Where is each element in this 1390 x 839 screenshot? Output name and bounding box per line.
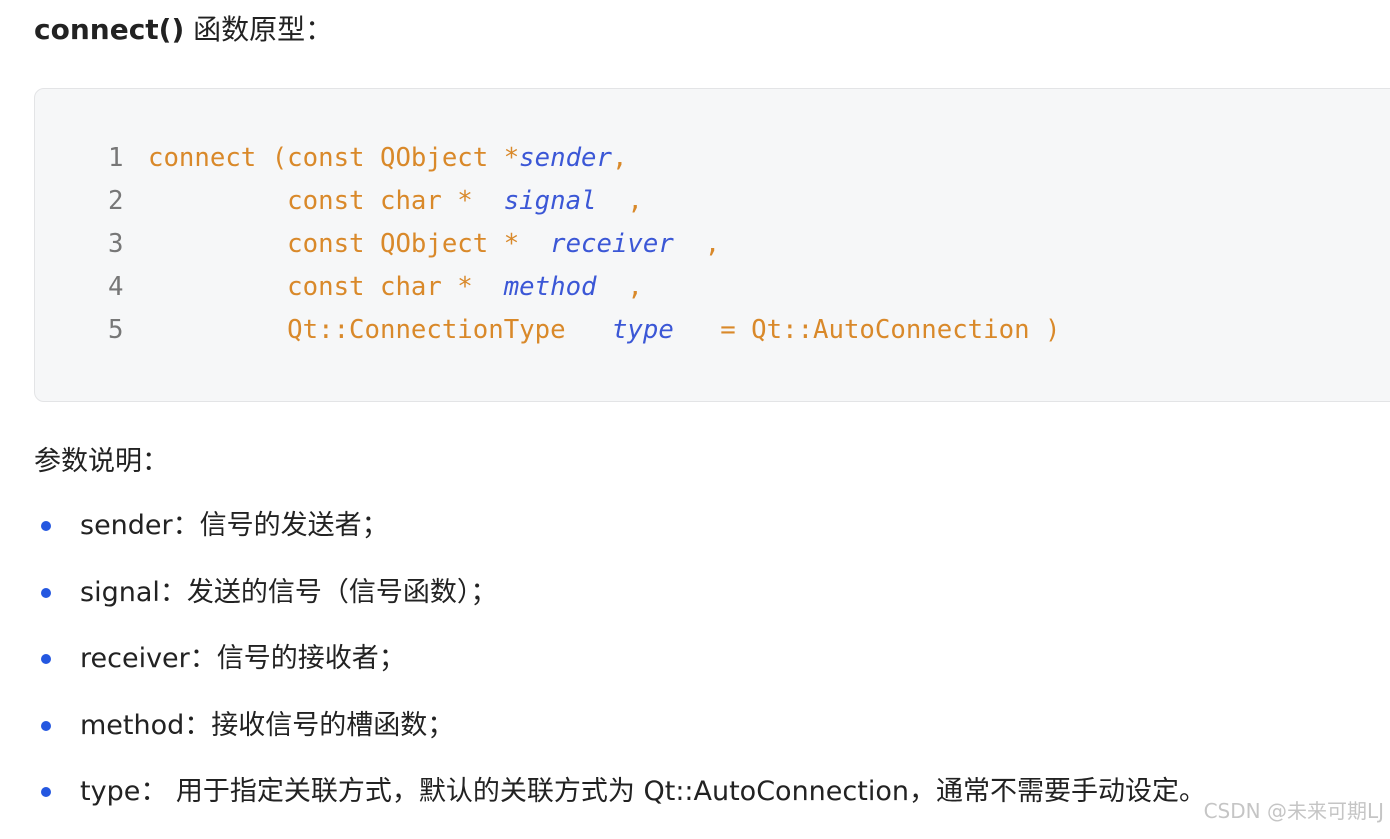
- code-parameter: receiver: [550, 229, 674, 259]
- param-text: signal：发送的信号（信号函数）；: [80, 576, 498, 608]
- code-token: ,: [673, 229, 721, 259]
- list-item: receiver：信号的接收者；: [34, 639, 1206, 706]
- code-parameter: sender: [519, 143, 612, 173]
- param-text: type： 用于指定关联方式，默认的关联方式为 Qt::AutoConnecti…: [80, 776, 1206, 807]
- watermark: CSDN @未来可期LJ: [1203, 799, 1384, 823]
- code-token: ,: [596, 186, 643, 216]
- code-parameter: signal: [503, 186, 597, 216]
- bullet-icon: [41, 787, 51, 797]
- list-item: sender：信号的发送者；: [34, 506, 1206, 573]
- line-number: 2: [108, 186, 124, 216]
- code-token: connect (const QObject *: [148, 143, 520, 173]
- bullet-icon: [41, 720, 51, 731]
- param-text: sender：信号的发送者；: [80, 510, 389, 541]
- bullet-icon: [41, 654, 51, 664]
- param-list: sender：信号的发送者； signal：发送的信号（信号函数）； recei…: [34, 506, 1206, 839]
- code-line: 1 connect (const QObject *sender,: [108, 137, 1060, 180]
- param-text: method：接收信号的槽函数；: [80, 709, 455, 741]
- page-heading: connect() 函数原型：: [34, 10, 333, 50]
- list-item: method：接收信号的槽函数；: [34, 706, 1206, 773]
- heading-text: 函数原型：: [184, 13, 334, 46]
- code-token: Qt::ConnectionType: [148, 315, 612, 345]
- code-token: ,: [596, 272, 643, 302]
- code-token: = Qt::AutoConnection ): [673, 315, 1061, 345]
- code-line: 5 Qt::ConnectionType type = Qt::AutoConn…: [108, 309, 1060, 352]
- code-parameter: method: [503, 272, 597, 302]
- line-number: 3: [108, 229, 124, 259]
- code-line: 2 const char * signal ,: [108, 180, 1060, 223]
- bullet-icon: [41, 521, 51, 531]
- params-title: 参数说明：: [34, 446, 169, 477]
- code-line: 4 const char * method ,: [108, 266, 1060, 309]
- code-line: 3 const QObject * receiver ,: [108, 223, 1060, 266]
- line-number: 1: [108, 143, 124, 173]
- code-parameter: type: [611, 315, 674, 345]
- function-name: connect(): [34, 13, 185, 46]
- code-token: const QObject *: [148, 229, 551, 259]
- code-token: const char *: [148, 186, 504, 216]
- code-token: ,: [611, 143, 628, 173]
- line-number: 5: [108, 315, 124, 345]
- param-text: receiver：信号的接收者；: [80, 643, 406, 674]
- list-item: signal：发送的信号（信号函数）；: [34, 573, 1206, 640]
- list-item: type： 用于指定关联方式，默认的关联方式为 Qt::AutoConnecti…: [34, 772, 1206, 839]
- code-lines: 1 connect (const QObject *sender, 2 const …: [108, 137, 1060, 352]
- bullet-icon: [41, 587, 51, 598]
- line-number: 4: [108, 272, 124, 302]
- code-token: const char *: [148, 272, 504, 302]
